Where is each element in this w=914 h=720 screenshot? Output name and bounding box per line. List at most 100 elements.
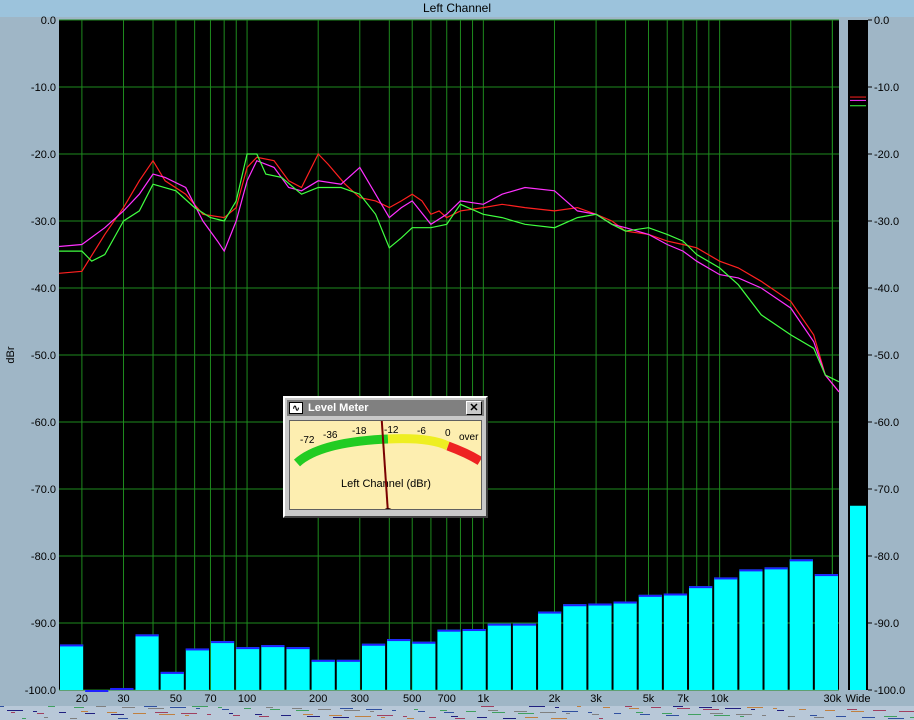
noise-speck	[148, 708, 164, 709]
noise-speck	[340, 708, 353, 709]
y-tick-label-right: 0.0	[874, 15, 889, 27]
noise-speck	[836, 716, 846, 717]
noise-speck	[329, 715, 342, 716]
noise-speck	[888, 718, 904, 719]
band-bar-peak	[714, 577, 738, 580]
y-tick-label: -50.0	[31, 350, 56, 362]
noise-speck	[736, 714, 752, 715]
band-bar	[60, 644, 84, 690]
y-tick-label: -20.0	[31, 149, 56, 161]
band-bar-peak	[814, 574, 838, 577]
band-bar-peak	[512, 623, 537, 626]
noise-speck	[355, 716, 371, 717]
noise-speck	[814, 717, 824, 718]
noise-speck	[625, 706, 632, 707]
noise-speck	[699, 707, 712, 708]
noise-speck	[22, 718, 26, 719]
noise-speck	[725, 708, 741, 709]
y-tick-label-right: -50.0	[874, 350, 899, 362]
meter-scale-label: -18	[352, 426, 367, 437]
band-bar-peak	[210, 641, 235, 644]
noise-speck	[481, 706, 494, 707]
noise-speck	[344, 710, 360, 711]
noise-speck	[884, 716, 897, 717]
y-tick-label: -70.0	[31, 484, 56, 496]
noise-speck	[451, 716, 458, 717]
noise-speck	[48, 706, 55, 707]
meter-arc-yellow	[387, 434, 451, 451]
noise-speck	[111, 714, 124, 715]
meter-scale-label: -6	[417, 426, 426, 437]
noise-speck	[773, 708, 777, 709]
y-axis-left: 0.0 -10.0 -20.0 -30.0 -40.0 -50.0 -60.0 -70.0 -8…	[25, 15, 56, 697]
y-axis-label: dBr	[5, 346, 17, 363]
noise-speck	[566, 713, 570, 714]
x-tick-label: 5k	[643, 693, 655, 705]
noise-speck	[403, 716, 407, 717]
band-bar-peak	[261, 645, 285, 648]
band-bar-peak	[689, 586, 713, 589]
band-bar	[311, 659, 335, 690]
x-tick-label: 7k	[677, 693, 689, 705]
noise-speck	[662, 713, 672, 714]
noise-speck	[703, 709, 719, 710]
noise-speck	[514, 711, 527, 712]
noise-speck	[81, 711, 88, 712]
band-bar-peak	[487, 623, 511, 626]
level-meter-titlebar[interactable]: ∿ Level Meter ✕	[287, 400, 484, 416]
x-tick-label: 30k	[824, 693, 842, 705]
noise-speck	[192, 706, 208, 707]
x-axis: 20 30 50 70 100 200 300 500 700 1k 2k 3k 5k 7k 10k 30k	[76, 693, 842, 705]
noise-speck	[518, 713, 534, 714]
noise-speck	[270, 709, 280, 710]
noise-speck	[133, 713, 146, 714]
noise-speck	[218, 707, 222, 708]
band-bar-peak	[286, 647, 310, 650]
close-button[interactable]: ✕	[466, 401, 482, 415]
band-bar-peak	[663, 593, 688, 596]
level-bar-fill	[850, 505, 866, 690]
noise-speck	[266, 707, 273, 708]
band-bar	[185, 648, 209, 690]
level-meter-window[interactable]: ∿ Level Meter ✕ -72 -36 -18 -12 -6 0 ove…	[283, 396, 488, 518]
noise-speck	[666, 715, 679, 716]
noise-speck	[0, 706, 4, 707]
noise-speck	[144, 706, 157, 707]
noise-speck	[688, 714, 701, 715]
x-tick-label: 200	[309, 693, 327, 705]
noise-speck	[873, 710, 886, 711]
noise-speck	[255, 714, 262, 715]
y-tick-label: -40.0	[31, 283, 56, 295]
band-bar	[588, 603, 612, 690]
noise-speck	[392, 710, 396, 711]
x-tick-label: 1k	[478, 693, 490, 705]
band-bar-peak	[311, 659, 335, 662]
noise-speck	[740, 716, 744, 717]
band-bar-peak	[185, 648, 209, 651]
noise-speck	[229, 713, 233, 714]
band-bar-peak	[588, 603, 612, 606]
noise-speck	[207, 714, 211, 715]
noise-speck	[196, 708, 200, 709]
noise-speck	[259, 716, 269, 717]
band-bar-peak	[613, 601, 637, 604]
noise-speck	[318, 709, 331, 710]
noise-speck	[181, 713, 197, 714]
x-tick-label: 10k	[711, 693, 729, 705]
noise-speck	[74, 707, 84, 708]
band-bar	[538, 611, 562, 690]
noise-speck	[296, 710, 309, 711]
noise-speck	[629, 708, 639, 709]
meter-scale-label: -36	[323, 430, 338, 441]
band-bar-peak	[739, 569, 763, 572]
band-bar-peak	[85, 690, 109, 692]
noise-speck	[677, 708, 690, 709]
meter-scale-label: -12	[384, 425, 399, 436]
band-bar-peak	[361, 643, 386, 646]
noise-speck	[440, 710, 447, 711]
x-tick-label: 70	[204, 693, 216, 705]
noise-speck	[233, 715, 240, 716]
level-bar-label: Wide	[845, 693, 870, 705]
noise-speck	[851, 711, 864, 712]
noise-speck	[244, 708, 251, 709]
